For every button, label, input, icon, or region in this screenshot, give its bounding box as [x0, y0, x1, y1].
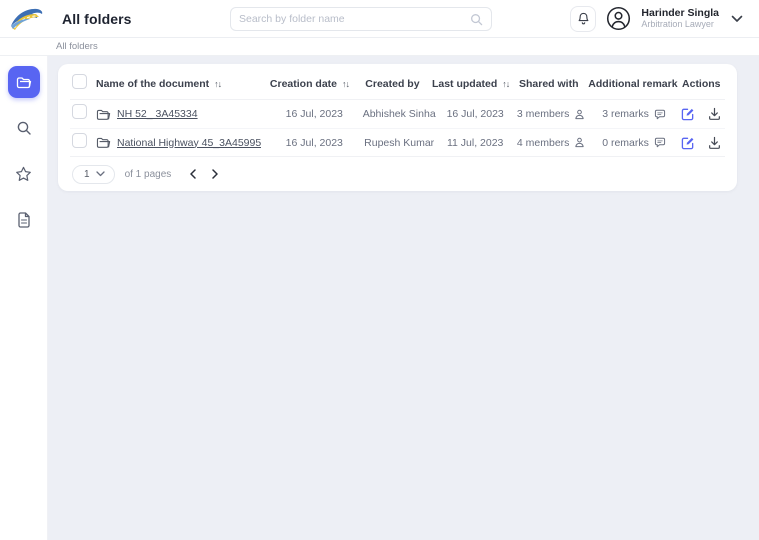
folder-name-link[interactable]: NH 52_ 3A45334 [117, 108, 198, 120]
sort-icon[interactable]: ↑↓ [502, 79, 509, 89]
folders-table-card: Name of the document ↑↓ Creation date ↑↓… [58, 64, 737, 191]
shared-with-cell: 3 members [511, 108, 592, 120]
sidebar [0, 56, 48, 540]
last-updated-cell: 16 Jul, 2023 [440, 108, 511, 120]
folder-icon [96, 108, 111, 121]
download-button[interactable] [708, 107, 721, 121]
table-row: NH 52_ 3A45334 16 Jul, 2023 Abhishek Sin… [70, 100, 725, 128]
sidebar-item-search[interactable] [8, 112, 40, 144]
table-header-row: Name of the document ↑↓ Creation date ↑↓… [70, 68, 725, 100]
sort-icon[interactable]: ↑↓ [214, 79, 221, 89]
last-updated-cell: 11 Jul, 2023 [440, 137, 511, 149]
select-all-checkbox[interactable] [72, 74, 87, 89]
page-count-label: of 1 pages [125, 169, 172, 180]
column-header-name[interactable]: Name of the document ↑↓ [96, 78, 266, 90]
creation-date-cell: 16 Jul, 2023 [270, 108, 359, 120]
edit-button[interactable] [681, 136, 695, 150]
shared-with-cell: 4 members [511, 137, 592, 149]
document-icon [17, 212, 31, 228]
members-icon [574, 137, 585, 148]
top-header: All folders [0, 0, 759, 38]
column-header-last-updated[interactable]: Last updated ↑↓ [432, 78, 509, 90]
row-checkbox[interactable] [72, 104, 87, 119]
user-menu-button[interactable] [729, 13, 745, 25]
download-button[interactable] [708, 136, 721, 150]
table-row: National Highway 45_3A45995 16 Jul, 2023… [70, 128, 725, 156]
created-by-cell: Rupesh Kumar [359, 137, 440, 149]
star-icon [15, 166, 32, 182]
remarks-chat-icon [654, 137, 666, 148]
page-select[interactable]: 1 [72, 165, 115, 184]
search-icon [470, 13, 483, 26]
search-icon [16, 120, 32, 136]
breadcrumb[interactable]: All folders [56, 41, 98, 52]
members-icon [574, 109, 585, 120]
notifications-button[interactable] [570, 6, 596, 32]
remarks-cell: 3 remarks [592, 108, 677, 120]
search-bar [230, 7, 492, 31]
user-info: Harinder Singla Arbitration Lawyer [641, 7, 719, 29]
search-input[interactable] [239, 13, 470, 25]
folder-icon [16, 75, 32, 89]
row-checkbox[interactable] [72, 133, 87, 148]
column-header-actions: Actions [678, 78, 725, 90]
next-page-button[interactable] [211, 169, 219, 179]
column-header-created-by: Created by [353, 78, 432, 90]
folder-name-link[interactable]: National Highway 45_3A45995 [117, 137, 261, 149]
bell-icon [577, 12, 590, 26]
edit-button[interactable] [681, 107, 695, 121]
user-role: Arbitration Lawyer [641, 19, 719, 29]
previous-page-button[interactable] [189, 169, 197, 179]
page-title: All folders [62, 11, 132, 27]
chevron-down-icon [96, 171, 105, 177]
main-content: Name of the document ↑↓ Creation date ↑↓… [48, 56, 759, 540]
sidebar-item-documents[interactable] [8, 204, 40, 236]
folder-icon [96, 136, 111, 149]
chevron-down-icon [731, 15, 743, 23]
column-header-creation-date[interactable]: Creation date ↑↓ [266, 78, 353, 90]
sidebar-item-starred[interactable] [8, 158, 40, 190]
header-actions: Harinder Singla Arbitration Lawyer [570, 6, 745, 32]
creation-date-cell: 16 Jul, 2023 [270, 137, 359, 149]
current-page: 1 [84, 169, 90, 180]
app-window: All folders [0, 0, 759, 540]
breadcrumb-bar: All folders [0, 38, 759, 56]
highway-logo-icon [8, 4, 46, 34]
created-by-cell: Abhishek Sinha [359, 108, 440, 120]
pagination: 1 of 1 pages [70, 156, 725, 191]
remarks-cell: 0 remarks [592, 137, 677, 149]
column-header-additional-remark: Additional remark [588, 78, 677, 90]
sort-icon[interactable]: ↑↓ [342, 79, 349, 89]
user-name: Harinder Singla [641, 7, 719, 19]
remarks-chat-icon [654, 109, 666, 120]
sidebar-item-folders[interactable] [8, 66, 40, 98]
column-header-shared-with: Shared with [509, 78, 588, 90]
user-avatar[interactable] [606, 6, 631, 31]
